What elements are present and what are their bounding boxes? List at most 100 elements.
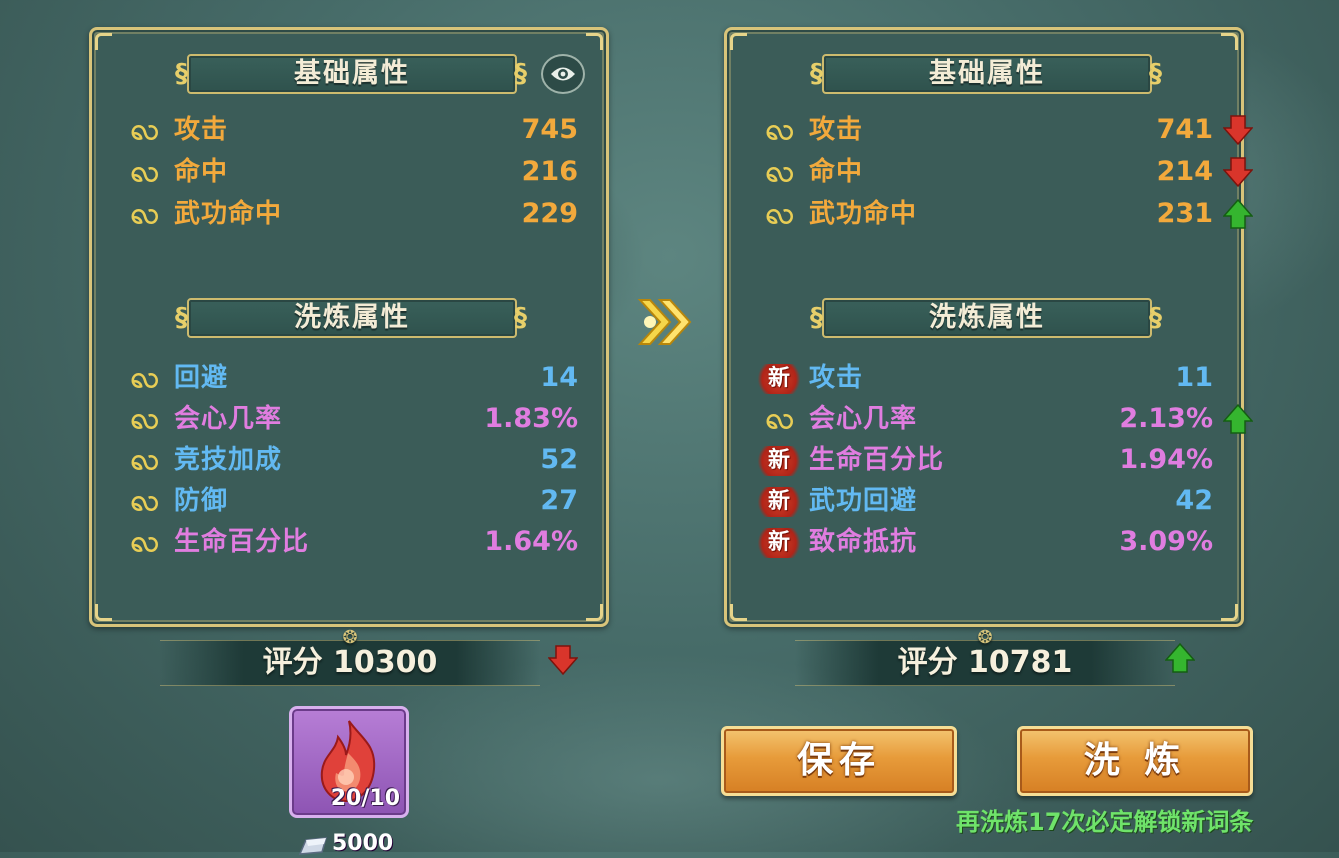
attr-name: 命中 [809, 157, 864, 187]
attr-row: ꩮ 攻击 741 [757, 110, 1253, 150]
attr-value: 14 [540, 362, 578, 393]
attr-name: 防御 [174, 486, 229, 516]
attr-value: 42 [1175, 485, 1213, 516]
attr-name: 武功回避 [809, 486, 918, 516]
attr-name: 会心几率 [809, 404, 918, 434]
cloud-swirl-icon: ꩮ [130, 360, 160, 395]
attr-row: ꩮ 回避 14 [122, 358, 578, 398]
attr-row: 新 生命百分比 1.94% [755, 440, 1213, 480]
score-text: 评分 10300 [262, 645, 438, 680]
down-arrow-icon [1223, 157, 1253, 188]
cloud-swirl-icon: ꩮ [765, 112, 795, 147]
attr-name: 攻击 [809, 363, 864, 393]
section-title: 洗炼属性 [294, 302, 410, 333]
attr-row: 新 武功回避 42 [755, 481, 1213, 521]
ornament-icon: § [175, 303, 190, 333]
knot-ornament-icon: ❂ [342, 627, 358, 648]
cloud-swirl-icon: ꩮ [130, 401, 160, 436]
attr-value: 1.94% [1119, 444, 1213, 475]
knot-ornament-icon: ❂ [977, 627, 993, 648]
current-attributes-panel: § 基础属性 § ꩮ 攻击 745 ꩮ 命中 216 ꩮ 武功命中 229 § … [89, 27, 609, 627]
score-down-arrow-icon [548, 645, 578, 676]
cloud-swirl-icon: ꩮ [130, 524, 160, 559]
attr-row: ꩮ 命中 214 [757, 152, 1253, 192]
new-badge: 新 [755, 446, 803, 476]
attr-row: ꩮ 武功命中 231 [757, 194, 1253, 234]
attr-name: 生命百分比 [174, 527, 310, 557]
ornament-icon: § [514, 303, 529, 333]
attr-row: ꩮ 会心几率 2.13% [757, 399, 1253, 439]
refine-button[interactable]: 洗 炼 [1017, 726, 1253, 796]
section-title: 洗炼属性 [929, 302, 1045, 333]
cloud-swirl-icon: ꩮ [130, 112, 160, 147]
new-badge: 新 [755, 364, 803, 394]
ornament-icon: § [514, 59, 529, 89]
cost-value: 5000 [332, 831, 394, 856]
attr-name: 会心几率 [174, 404, 283, 434]
panel-corner [730, 604, 747, 621]
attr-name: 竞技加成 [174, 445, 283, 475]
attr-name: 生命百分比 [809, 445, 945, 475]
section-title: 基础属性 [294, 58, 410, 89]
attr-value: 745 [521, 114, 578, 145]
attr-name: 回避 [174, 363, 229, 393]
attr-row: 新 攻击 11 [755, 358, 1213, 398]
panel-corner [95, 33, 112, 50]
score-text: 评分 10781 [897, 645, 1073, 680]
ornament-icon: § [1149, 59, 1164, 89]
cloud-swirl-icon: ꩮ [130, 196, 160, 231]
section-title: 基础属性 [929, 58, 1045, 89]
panel-corner [586, 33, 603, 50]
cloud-swirl-icon: ꩮ [765, 154, 795, 189]
base-attributes-header: § 基础属性 § [810, 54, 1162, 94]
attr-name: 攻击 [809, 115, 864, 145]
up-arrow-icon [1223, 198, 1253, 229]
attr-row: ꩮ 防御 27 [122, 481, 578, 521]
panel-corner [1221, 33, 1238, 50]
current-score: ❂ 评分 10300 [160, 629, 540, 686]
attr-value: 1.83% [484, 403, 578, 434]
material-count: 20/10 [330, 786, 400, 811]
attr-name: 攻击 [174, 115, 229, 145]
panel-corner [730, 33, 747, 50]
score-up-arrow-icon [1165, 642, 1195, 673]
base-attributes-header: § 基础属性 § [175, 54, 527, 94]
new-attributes-panel: § 基础属性 § ꩮ 攻击 741 ꩮ 命中 214 ꩮ 武功命中 231 § … [724, 27, 1253, 627]
attr-value: 214 [1156, 156, 1213, 187]
attr-row: ꩮ 生命百分比 1.64% [122, 522, 578, 562]
ornament-icon: § [1149, 303, 1164, 333]
attr-name: 命中 [174, 157, 229, 187]
refine-attributes-header: § 洗炼属性 § [810, 298, 1162, 338]
save-button[interactable]: 保存 [721, 726, 957, 796]
attr-row: 新 致命抵抗 3.09% [755, 522, 1213, 562]
panel-corner [95, 604, 112, 621]
transform-arrow-icon [637, 299, 692, 345]
panel-corner [586, 604, 603, 621]
up-arrow-icon [1223, 403, 1253, 434]
attr-value: 229 [521, 198, 578, 229]
attr-value: 741 [1156, 114, 1213, 145]
cloud-swirl-icon: ꩮ [130, 154, 160, 189]
attr-row: ꩮ 竞技加成 52 [122, 440, 578, 480]
attr-name: 武功命中 [809, 199, 918, 229]
new-badge: 新 [755, 487, 803, 517]
attr-name: 致命抵抗 [809, 527, 918, 557]
down-arrow-icon [1223, 115, 1253, 146]
attr-row: ꩮ 武功命中 229 [122, 194, 578, 234]
panel-corner [1221, 604, 1238, 621]
refine-material-slot[interactable]: 20/10 [289, 706, 409, 818]
refine-cost: 5000 [296, 832, 436, 856]
preview-eye-button[interactable] [541, 54, 585, 94]
attr-row: ꩮ 会心几率 1.83% [122, 399, 578, 439]
new-badge: 新 [755, 528, 803, 558]
refine-hint: 再洗炼17次必定解锁新词条 [956, 808, 1254, 836]
attr-value: 3.09% [1119, 526, 1213, 557]
cloud-swirl-icon: ꩮ [765, 196, 795, 231]
attr-value: 231 [1156, 198, 1213, 229]
ornament-icon: § [810, 59, 825, 89]
refine-attributes-header: § 洗炼属性 § [175, 298, 527, 338]
ornament-icon: § [175, 59, 190, 89]
attr-value: 11 [1175, 362, 1213, 393]
eye-icon [551, 67, 575, 81]
attr-value: 2.13% [1119, 403, 1213, 434]
